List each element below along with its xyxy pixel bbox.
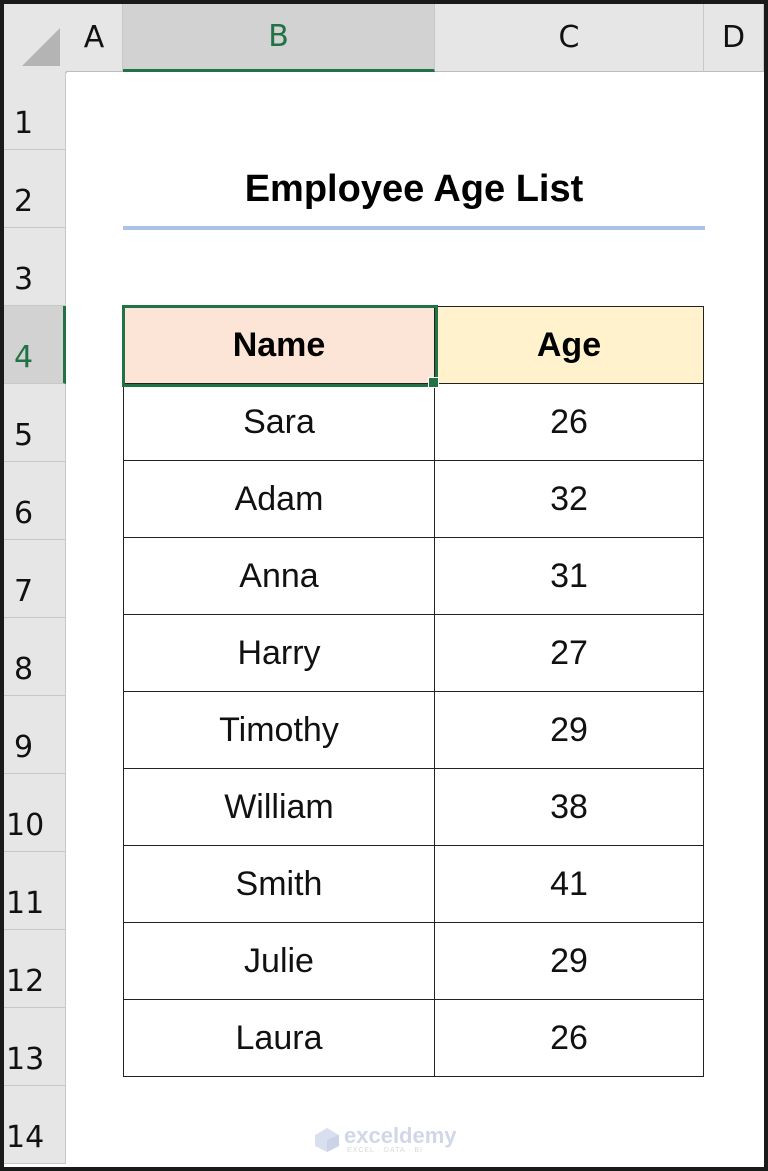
table-row: Adam 32: [123, 460, 704, 538]
age-cell[interactable]: 32: [434, 460, 704, 538]
row-header-2[interactable]: 2: [4, 150, 66, 228]
name-cell[interactable]: Timothy: [123, 691, 435, 769]
age-cell[interactable]: 41: [434, 845, 704, 923]
name-cell[interactable]: Laura: [123, 999, 435, 1077]
watermark: exceldemy EXCEL · DATA · BI: [314, 1125, 457, 1154]
row-header-1[interactable]: 1: [4, 72, 66, 150]
age-cell[interactable]: 26: [434, 383, 704, 461]
fill-handle[interactable]: [428, 377, 439, 388]
watermark-tagline: EXCEL · DATA · BI: [347, 1147, 423, 1154]
name-cell[interactable]: Anna: [123, 537, 435, 615]
row-header-11[interactable]: 11: [4, 852, 66, 930]
name-cell[interactable]: Julie: [123, 922, 435, 1000]
column-header-d[interactable]: D: [704, 4, 764, 72]
row-header-12[interactable]: 12: [4, 930, 66, 1008]
title-underline: [123, 226, 705, 230]
age-cell[interactable]: 38: [434, 768, 704, 846]
table-row: Smith 41: [123, 845, 704, 923]
row-header-13[interactable]: 13: [4, 1008, 66, 1086]
row-header-10[interactable]: 10: [4, 774, 66, 852]
row-header-5[interactable]: 5: [4, 384, 66, 462]
table-row: Timothy 29: [123, 691, 704, 769]
watermark-brand: exceldemy: [344, 1123, 457, 1148]
employee-table: Name Age Sara 26 Adam 32 Anna 31 Harry 27 Timoth…: [123, 306, 704, 1077]
age-cell[interactable]: 26: [434, 999, 704, 1077]
age-cell[interactable]: 27: [434, 614, 704, 692]
name-cell[interactable]: Sara: [123, 383, 435, 461]
select-all-button[interactable]: [4, 4, 67, 73]
table-row: Anna 31: [123, 537, 704, 615]
row-header-14[interactable]: 14: [4, 1086, 66, 1164]
name-cell[interactable]: Harry: [123, 614, 435, 692]
spreadsheet-window: A B C D 1 2 3 4 5 6 7 8 9 10 11 12 13 14 Employee Age…: [0, 0, 768, 1171]
table-header-row: Name Age: [123, 306, 704, 384]
row-header-9[interactable]: 9: [4, 696, 66, 774]
row-header-7[interactable]: 7: [4, 540, 66, 618]
table-row: Sara 26: [123, 383, 704, 461]
age-cell[interactable]: 29: [434, 922, 704, 1000]
name-cell[interactable]: Smith: [123, 845, 435, 923]
column-header-a[interactable]: A: [66, 4, 123, 72]
name-cell[interactable]: William: [123, 768, 435, 846]
table-row: William 38: [123, 768, 704, 846]
column-header-c[interactable]: C: [435, 4, 704, 72]
row-header-6[interactable]: 6: [4, 462, 66, 540]
age-cell[interactable]: 29: [434, 691, 704, 769]
header-cell-age[interactable]: Age: [434, 306, 704, 384]
header-cell-name[interactable]: Name: [123, 306, 435, 384]
column-header-b[interactable]: B: [123, 4, 435, 72]
table-row: Harry 27: [123, 614, 704, 692]
exceldemy-logo-icon: [315, 1127, 339, 1152]
select-all-triangle-icon: [22, 28, 60, 66]
row-header-8[interactable]: 8: [4, 618, 66, 696]
table-row: Julie 29: [123, 922, 704, 1000]
sheet-title[interactable]: Employee Age List: [123, 150, 705, 228]
name-cell[interactable]: Adam: [123, 460, 435, 538]
row-header-3[interactable]: 3: [4, 228, 66, 306]
age-cell[interactable]: 31: [434, 537, 704, 615]
row-header-4[interactable]: 4: [4, 306, 66, 384]
table-row: Laura 26: [123, 999, 704, 1077]
